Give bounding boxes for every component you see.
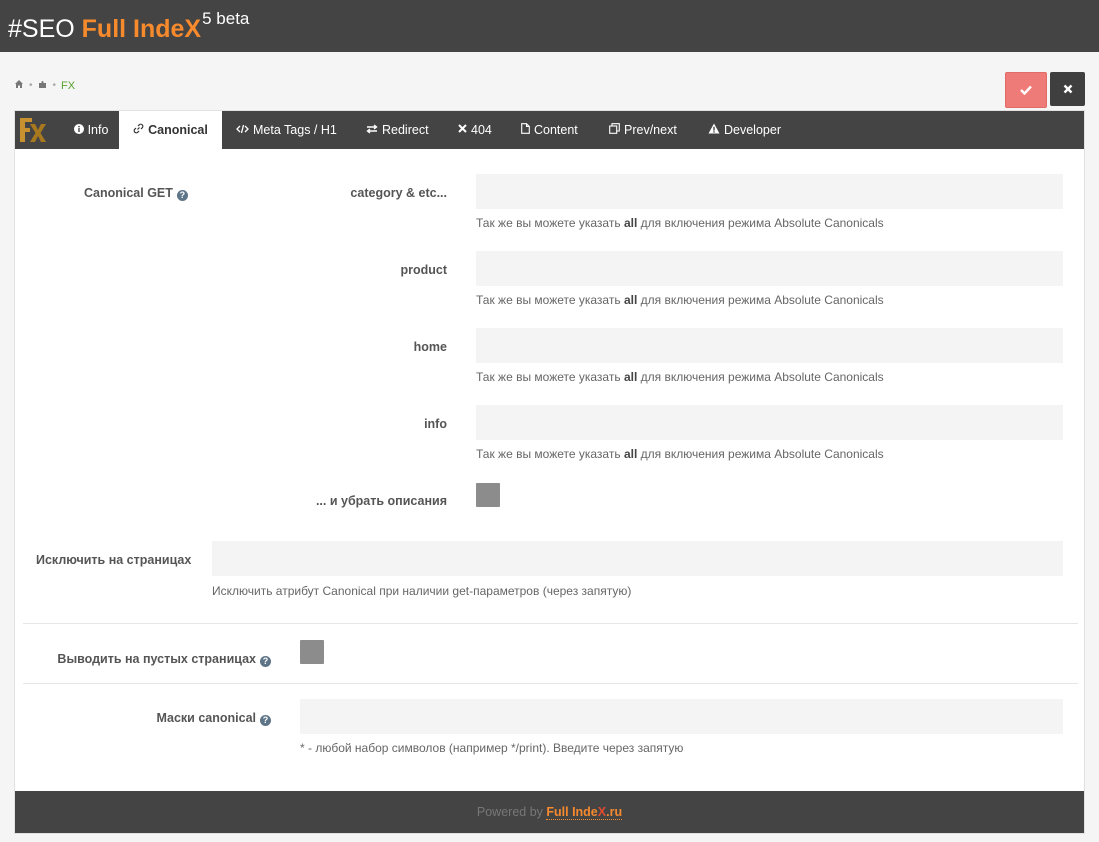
footer-powered: Powered by (476, 805, 547, 819)
masks-label: Маски canonical? (25, 710, 271, 726)
footer: Powered by Full IndeX.ru (15, 791, 1084, 833)
hint-text: для включения режима Absolute Canonicals (637, 447, 884, 461)
product-canonical-input[interactable] (476, 251, 1063, 286)
check-icon (1020, 85, 1032, 95)
breadcrumb-current[interactable]: FX (61, 80, 75, 92)
exclude-pages-input[interactable] (212, 541, 1063, 576)
tab-label: Prev/next (624, 123, 677, 137)
footer-brand-ru: .ru (606, 805, 623, 819)
link-icon (133, 123, 144, 137)
times-icon (458, 124, 467, 136)
canonical-get-label-text: Canonical GET (84, 186, 173, 200)
empty-pages-label-text: Выводить на пустых страницах (57, 652, 256, 666)
fx-logo-icon (18, 115, 46, 145)
field-label-home: home (413, 340, 447, 354)
canonical-get-label: Canonical GET? (84, 185, 188, 201)
breadcrumb-separator: • (29, 80, 33, 91)
logo-version: 5 beta (202, 9, 250, 28)
tab-404[interactable]: 404 (458, 111, 492, 149)
exclude-pages-hint: Исключить атрибут Canonical при наличии … (212, 584, 632, 598)
settings-panel: Info Canonical Meta Tags / H1 Redirect 4… (14, 110, 1085, 834)
footer-brand-link[interactable]: Full IndeX.ru (546, 805, 623, 820)
tab-info[interactable]: Info (65, 111, 117, 149)
tab-label: 404 (471, 123, 492, 137)
tab-label: Canonical (148, 123, 208, 137)
puzzle-icon[interactable] (38, 79, 48, 92)
code-icon (236, 124, 249, 137)
breadcrumb-separator: • (52, 80, 57, 91)
category-canonical-input[interactable] (476, 174, 1063, 209)
home-canonical-input[interactable] (476, 328, 1063, 363)
help-icon[interactable]: ? (260, 656, 271, 667)
section-divider (23, 623, 1078, 624)
help-icon[interactable]: ? (260, 715, 271, 726)
close-button[interactable] (1050, 72, 1085, 106)
file-icon (521, 123, 530, 137)
info-hint: Так же вы можете указать all для включен… (476, 446, 884, 462)
exclude-pages-label: Исключить на страницах (36, 553, 192, 567)
hint-bold: all (623, 370, 638, 384)
home-icon[interactable] (14, 79, 24, 92)
remove-descriptions-checkbox[interactable] (476, 483, 500, 507)
footer-brand-x: X (597, 805, 607, 819)
tab-label: Content (534, 123, 578, 137)
field-label-product: product (400, 263, 447, 277)
tab-label: Meta Tags / H1 (253, 123, 337, 137)
close-icon (1063, 84, 1072, 94)
hint-bold: all (623, 216, 638, 230)
hint-text: для включения режима Absolute Canonicals (637, 216, 884, 230)
tab-content[interactable]: Content (521, 111, 578, 149)
hint-bold: all (623, 293, 638, 307)
category-hint: Так же вы можете указать all для включен… (476, 215, 884, 231)
tab-label: Redirect (382, 123, 429, 137)
home-hint: Так же вы можете указать all для включен… (476, 369, 884, 385)
footer-brand: Full Inde (546, 805, 598, 819)
tab-prev-next[interactable]: Prev/next (609, 111, 677, 149)
remove-descriptions-label: ... и убрать описания (315, 494, 447, 508)
hint-bold: all (623, 447, 638, 461)
masks-hint: * - любой набор символов (например */pri… (300, 741, 684, 755)
masks-label-text: Маски canonical (156, 711, 256, 725)
tab-label: Developer (724, 123, 781, 137)
app-logo: #SEO Full IndeX5 beta (8, 9, 249, 47)
field-label-info: info (424, 417, 447, 431)
hint-text: Так же вы можете указать (476, 216, 624, 230)
field-label-category: category & etc... (350, 186, 447, 200)
hint-text: Так же вы можете указать (476, 293, 624, 307)
logo-brand: Full IndeX (81, 15, 202, 43)
tab-redirect[interactable]: Redirect (366, 111, 429, 149)
help-icon[interactable]: ? (176, 190, 188, 201)
empty-pages-checkbox[interactable] (300, 640, 324, 664)
save-button[interactable] (1005, 72, 1047, 108)
info-icon (73, 123, 84, 137)
section-divider (23, 683, 1078, 684)
hint-text: для включения режима Absolute Canonicals (637, 293, 884, 307)
hint-text: Так же вы можете указать (476, 447, 624, 461)
warning-icon (708, 123, 720, 137)
logo-hash-seo: #SEO (8, 15, 82, 43)
tab-meta-tags[interactable]: Meta Tags / H1 (236, 111, 337, 149)
exchange-icon (366, 123, 378, 137)
product-hint: Так же вы можете указать all для включен… (476, 292, 884, 308)
hint-text: Так же вы можете указать (476, 370, 624, 384)
info-canonical-input[interactable] (476, 405, 1063, 440)
top-bar: #SEO Full IndeX5 beta (0, 0, 1099, 52)
masks-canonical-input[interactable] (300, 699, 1063, 734)
tab-label: Info (87, 123, 109, 137)
tab-bar: Info Canonical Meta Tags / H1 Redirect 4… (15, 111, 1084, 149)
tab-developer[interactable]: Developer (708, 111, 781, 149)
empty-pages-label: Выводить на пустых страницах? (25, 651, 271, 667)
breadcrumb: • • FX (14, 79, 75, 92)
clone-icon (609, 123, 620, 137)
tab-canonical[interactable]: Canonical (119, 111, 222, 149)
hint-text: для включения режима Absolute Canonicals (637, 370, 884, 384)
